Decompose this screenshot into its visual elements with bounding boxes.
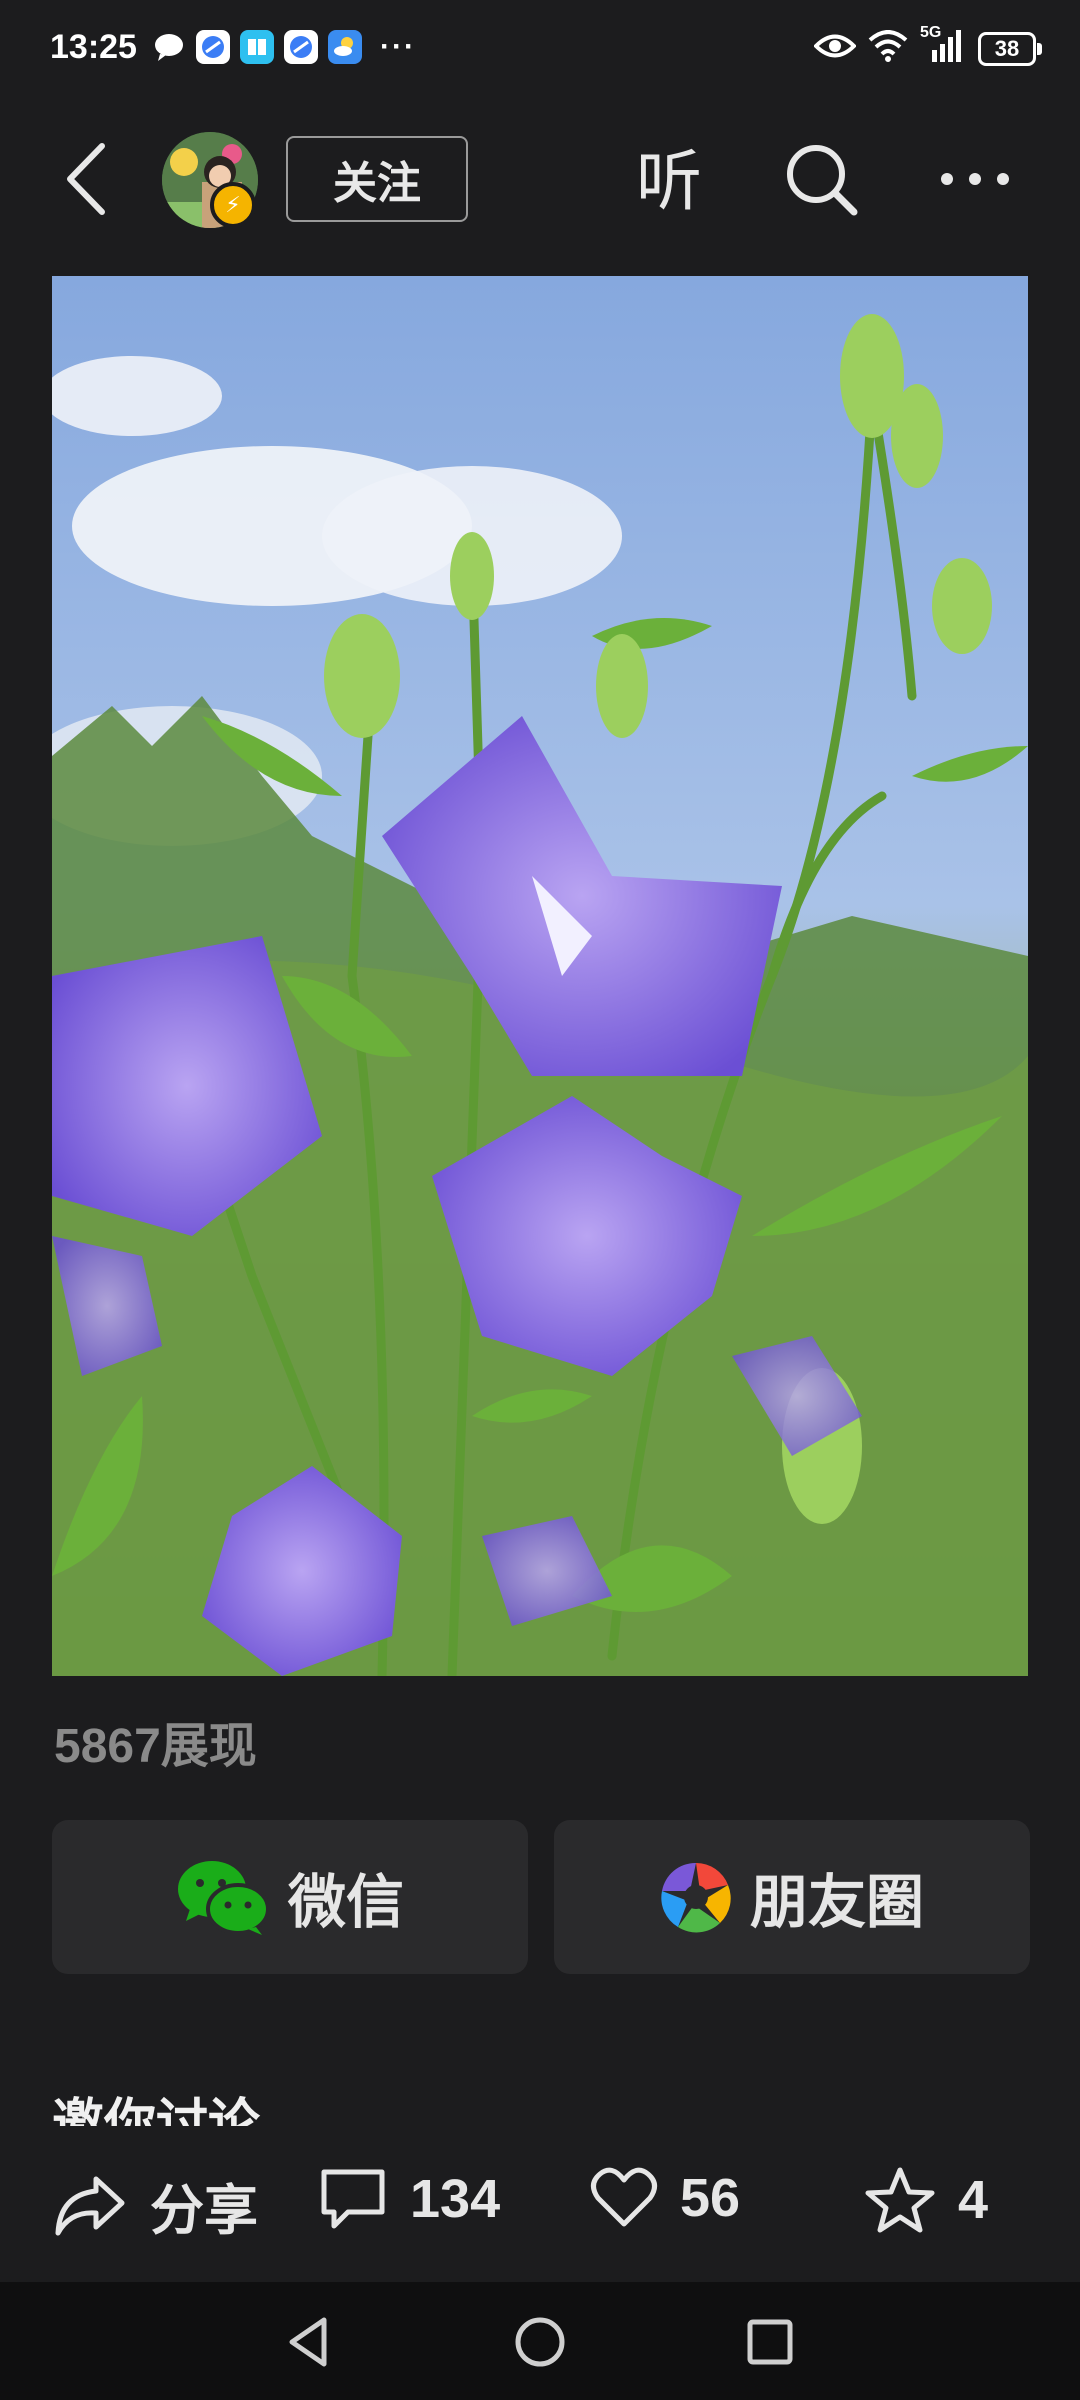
notification-icons: ··· (152, 30, 416, 64)
share-arrow-icon (55, 2176, 125, 2235)
square-recents-icon (747, 2319, 793, 2365)
search-button[interactable] (778, 136, 864, 222)
comment-action[interactable]: 134 (318, 2166, 500, 2232)
favorite-action[interactable]: 4 (864, 2166, 988, 2234)
bellflower-illustration (52, 276, 1028, 1676)
network-type: 5G (920, 24, 942, 41)
discussion-heading: 邀你讨论 (52, 2095, 261, 2126)
follow-button[interactable]: 关注 (286, 136, 468, 222)
moments-aperture-icon (661, 1862, 731, 1933)
wechat-icon (177, 1861, 270, 1935)
chat-bubble-icon (152, 30, 186, 64)
more-button[interactable] (930, 136, 1020, 222)
nav-back-button[interactable] (280, 2312, 340, 2372)
eye-icon (813, 31, 857, 66)
wechat-label: 微信 (287, 1870, 404, 1935)
wifi-icon (868, 30, 908, 67)
post-image-bellflowers[interactable] (52, 276, 1028, 1676)
share-wechat-button[interactable]: 微信 (52, 1820, 528, 1974)
like-action[interactable]: 56 (590, 2166, 740, 2230)
moments-label: 朋友圈 (749, 1870, 924, 1935)
verified-badge-icon: ⚡ (210, 182, 256, 228)
reader-app-icon (240, 30, 274, 64)
more-horizontal-icon (941, 173, 1009, 185)
system-nav-bar (0, 2282, 1080, 2400)
browser-app-icon (196, 30, 230, 64)
heart-icon (591, 2167, 657, 2227)
more-notifications: ··· (380, 30, 416, 63)
share-action-label: 分享 (150, 2181, 258, 2241)
post-header: ⚡ 关注 听 (0, 120, 1080, 240)
weather-app-icon (328, 30, 362, 64)
action-bar: 分享 134 56 4 (0, 2136, 1080, 2266)
battery-indicator: 38 (978, 31, 1042, 66)
browser-app-icon-2 (284, 30, 318, 64)
like-count: 56 (680, 2168, 741, 2228)
chevron-left-icon (67, 143, 105, 215)
status-bar: 13:25 ··· 5G 38 (0, 0, 1080, 100)
comment-icon (321, 2169, 385, 2229)
signal-icon: 5G (920, 24, 966, 67)
view-count: 5867展现 (54, 1720, 257, 1773)
status-right: 5G 38 (813, 24, 1042, 67)
back-button[interactable] (50, 134, 140, 224)
share-action[interactable]: 分享 (52, 2166, 258, 2245)
favorite-count: 4 (958, 2170, 989, 2230)
listen-button[interactable]: 听 (636, 138, 702, 224)
nav-home-button[interactable] (510, 2312, 570, 2372)
search-icon (787, 145, 858, 216)
comment-count: 134 (410, 2169, 501, 2229)
share-moments-button[interactable]: 朋友圈 (554, 1820, 1030, 1974)
nav-recents-button[interactable] (740, 2312, 800, 2372)
star-icon (865, 2167, 935, 2233)
status-time: 13:25 (50, 28, 137, 66)
triangle-back-icon (289, 2317, 327, 2367)
circle-home-icon (515, 2317, 565, 2367)
